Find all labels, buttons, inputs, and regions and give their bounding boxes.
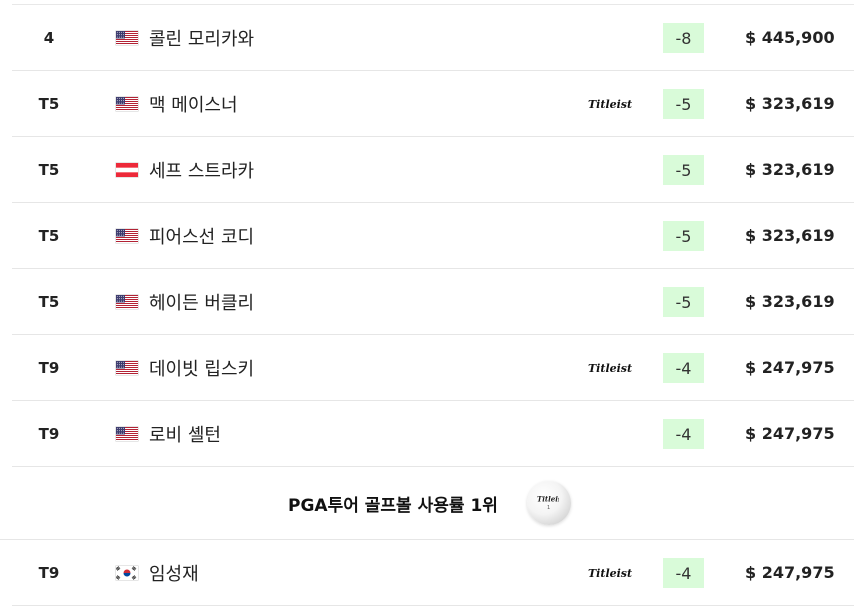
titleist-logo-icon: Titleist — [587, 95, 635, 113]
score-badge: -4 — [663, 353, 704, 383]
us-flag-icon — [116, 295, 138, 309]
player-name[interactable]: 세프 스트라카 — [149, 137, 254, 202]
us-flag-icon — [116, 229, 138, 243]
score-badge: -4 — [663, 558, 704, 588]
titleist-logo-icon: Titleist — [587, 564, 635, 582]
titleist-logo-icon: Titleist — [587, 359, 635, 377]
score-badge: -8 — [663, 23, 704, 53]
player-name[interactable]: 피어스선 코디 — [149, 203, 254, 268]
prize-money: $ 247,975 — [745, 358, 835, 377]
rank: T9 — [38, 424, 60, 443]
leaderboard-row[interactable]: T5 피어스선 코디 -5 $ 323,619 — [12, 203, 854, 269]
prize-money: $ 323,619 — [745, 226, 835, 245]
austria-flag-icon — [116, 163, 138, 177]
rank: T9 — [38, 358, 60, 377]
player-name[interactable]: 데이빗 립스키 — [149, 335, 254, 400]
us-flag-icon — [116, 361, 138, 375]
rank: T5 — [38, 94, 60, 113]
us-flag-icon — [116, 97, 138, 111]
score-badge: -4 — [663, 419, 704, 449]
prize-money: $ 247,975 — [745, 563, 835, 582]
svg-text:Titleist: Titleist — [537, 495, 559, 503]
leaderboard: 4 콜린 모리카와 -8 $ 445,900 T5 맥 메이스너 Titleis… — [0, 0, 854, 609]
player-name[interactable]: 헤이든 버클리 — [149, 269, 254, 334]
svg-text:Titleist: Titleist — [588, 362, 632, 375]
leaderboard-row[interactable]: T9 로비 셸턴 -4 $ 247,975 — [12, 401, 854, 467]
korea-flag-icon — [116, 566, 138, 580]
prize-money: $ 323,619 — [745, 160, 835, 179]
leaderboard-row[interactable]: T5 헤이든 버클리 -5 $ 323,619 — [12, 269, 854, 335]
leaderboard-row[interactable]: 4 콜린 모리카와 -8 $ 445,900 — [12, 5, 854, 71]
svg-text:Titleist: Titleist — [588, 567, 632, 580]
score-badge: -5 — [663, 287, 704, 317]
prize-money: $ 445,900 — [745, 28, 835, 47]
player-name[interactable]: 임성재 — [149, 540, 199, 605]
player-name[interactable]: 맥 메이스너 — [149, 71, 238, 136]
banner-text: PGA투어 골프볼 사용률 1위 — [288, 495, 498, 516]
us-flag-icon — [116, 427, 138, 441]
prize-money: $ 323,619 — [745, 94, 835, 113]
leaderboard-row[interactable]: T5 세프 스트라카 -5 $ 323,619 — [12, 137, 854, 203]
score-badge: -5 — [663, 221, 704, 251]
leaderboard-row[interactable]: T9 임성재 Titleist -4 $ 247,975 — [12, 540, 854, 606]
leaderboard-row[interactable]: T9 데이빗 립스키 Titleist -4 $ 247,975 — [12, 335, 854, 401]
score-badge: -5 — [663, 89, 704, 119]
score-badge: -5 — [663, 155, 704, 185]
rank: T9 — [38, 563, 60, 582]
us-flag-icon — [116, 31, 138, 45]
player-name[interactable]: 콜린 모리카와 — [149, 5, 254, 70]
rank: T5 — [38, 160, 60, 179]
player-name[interactable]: 로비 셸턴 — [149, 401, 221, 466]
prize-money: $ 247,975 — [745, 424, 835, 443]
golf-ball-icon: Titleist 1 — [527, 481, 571, 525]
rank: 4 — [43, 28, 55, 47]
prize-money: $ 323,619 — [745, 292, 835, 311]
svg-text:Titleist: Titleist — [588, 98, 632, 111]
leaderboard-row[interactable]: T5 맥 메이스너 Titleist -5 $ 323,619 — [12, 71, 854, 137]
rank: T5 — [38, 226, 60, 245]
rank: T5 — [38, 292, 60, 311]
ad-banner[interactable]: PGA투어 골프볼 사용률 1위 Titleist 1 — [0, 467, 854, 540]
